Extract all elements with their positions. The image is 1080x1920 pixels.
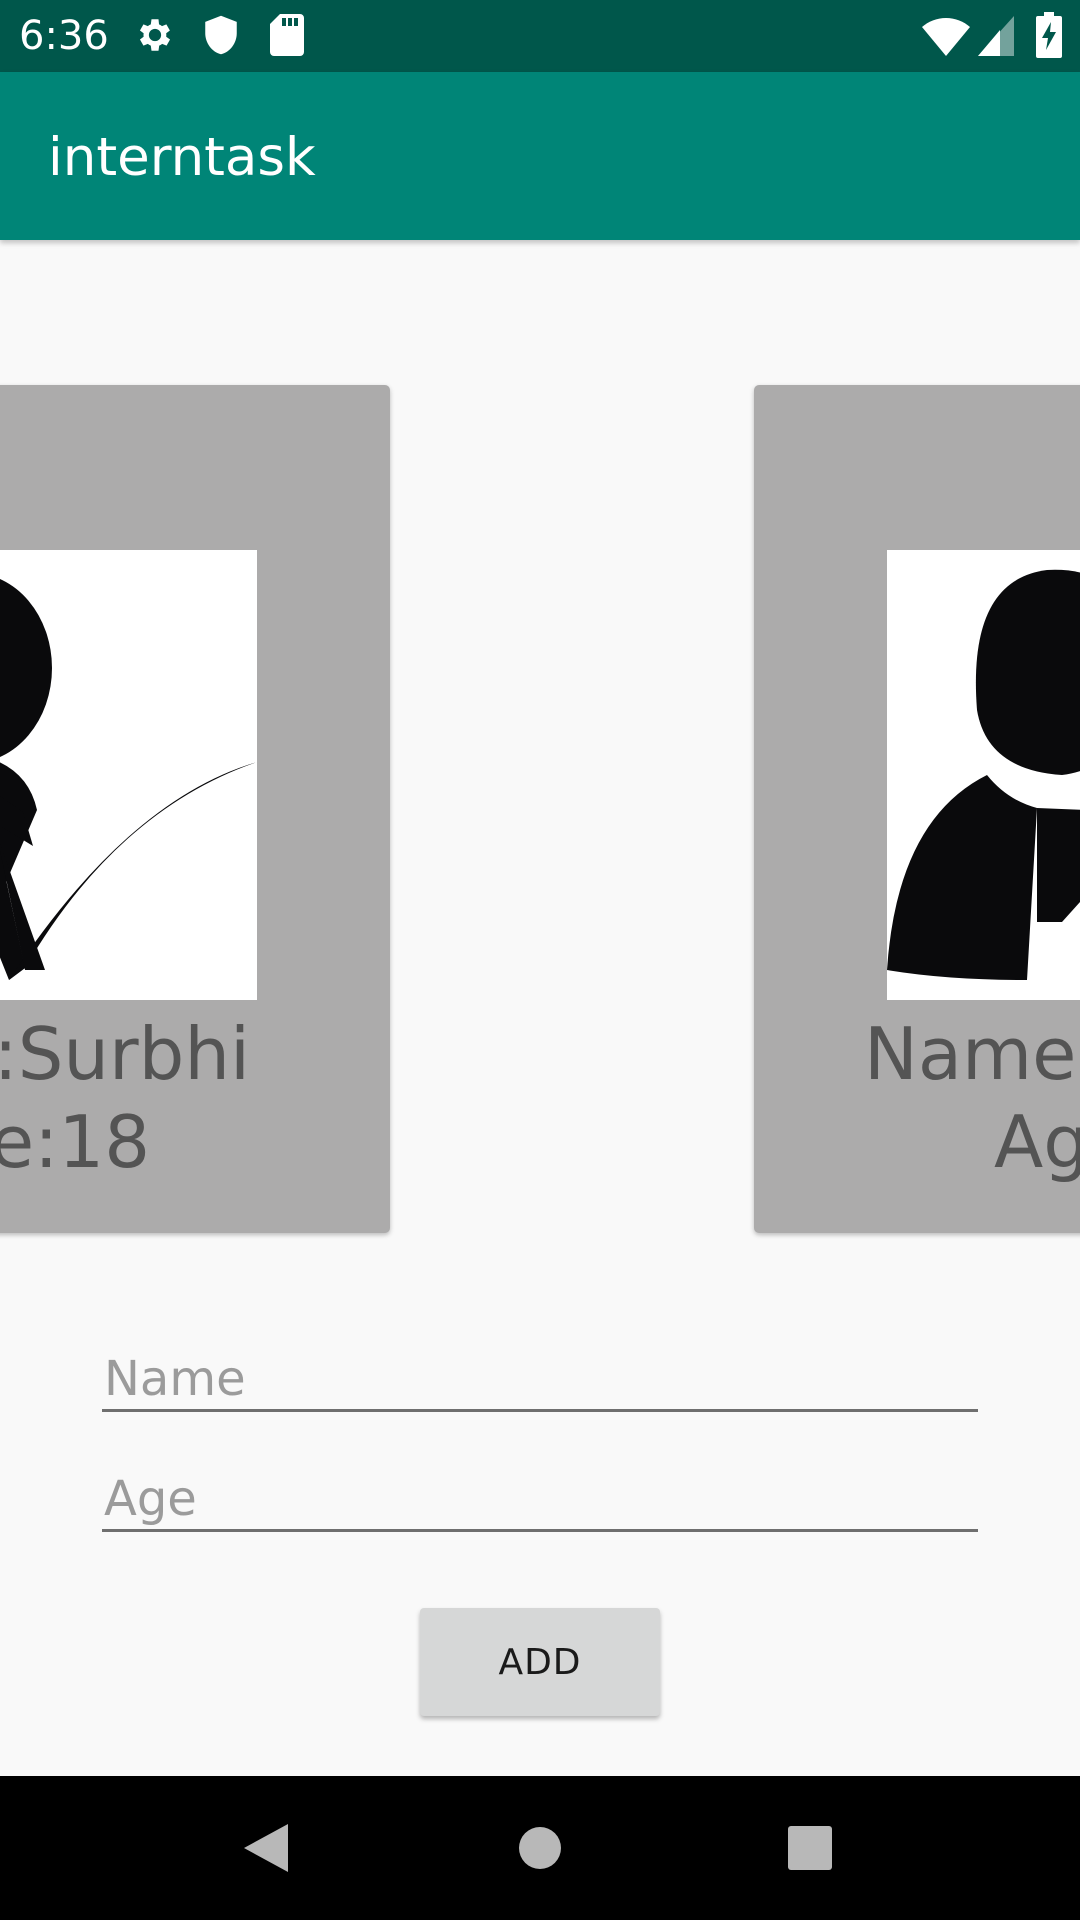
user-check-avatar-icon [0, 550, 257, 1000]
add-button[interactable]: ADD [420, 1608, 660, 1716]
user-avatar-icon [887, 550, 1080, 1000]
back-icon[interactable] [226, 1806, 310, 1890]
person-carousel[interactable]: e:Surbhi ge:18 Name: Ag [0, 240, 1080, 1270]
gear-icon [134, 14, 176, 60]
status-bar: 6:36 [0, 0, 1080, 72]
cellular-icon [978, 16, 1014, 60]
name-field[interactable] [102, 1348, 978, 1412]
app-title: interntask [48, 127, 316, 188]
sd-card-icon [270, 14, 304, 60]
navigation-bar [0, 1776, 1080, 1920]
person-name-text: e:Surbhi [0, 1012, 250, 1096]
status-time: 6:36 [19, 13, 109, 59]
person-age-text: ge:18 [0, 1100, 150, 1184]
age-field[interactable] [102, 1468, 978, 1532]
home-icon[interactable] [498, 1806, 582, 1890]
person-card[interactable]: Name: Ag [754, 385, 1080, 1233]
person-name-text: Name: [864, 1012, 1080, 1096]
recents-icon[interactable] [768, 1806, 852, 1890]
wifi-icon [922, 16, 970, 60]
battery-charging-icon [1036, 12, 1062, 62]
person-age-text: Ag [994, 1100, 1080, 1184]
person-card[interactable]: e:Surbhi ge:18 [0, 385, 390, 1233]
app-bar: interntask [0, 72, 1080, 240]
shield-icon [201, 14, 241, 60]
